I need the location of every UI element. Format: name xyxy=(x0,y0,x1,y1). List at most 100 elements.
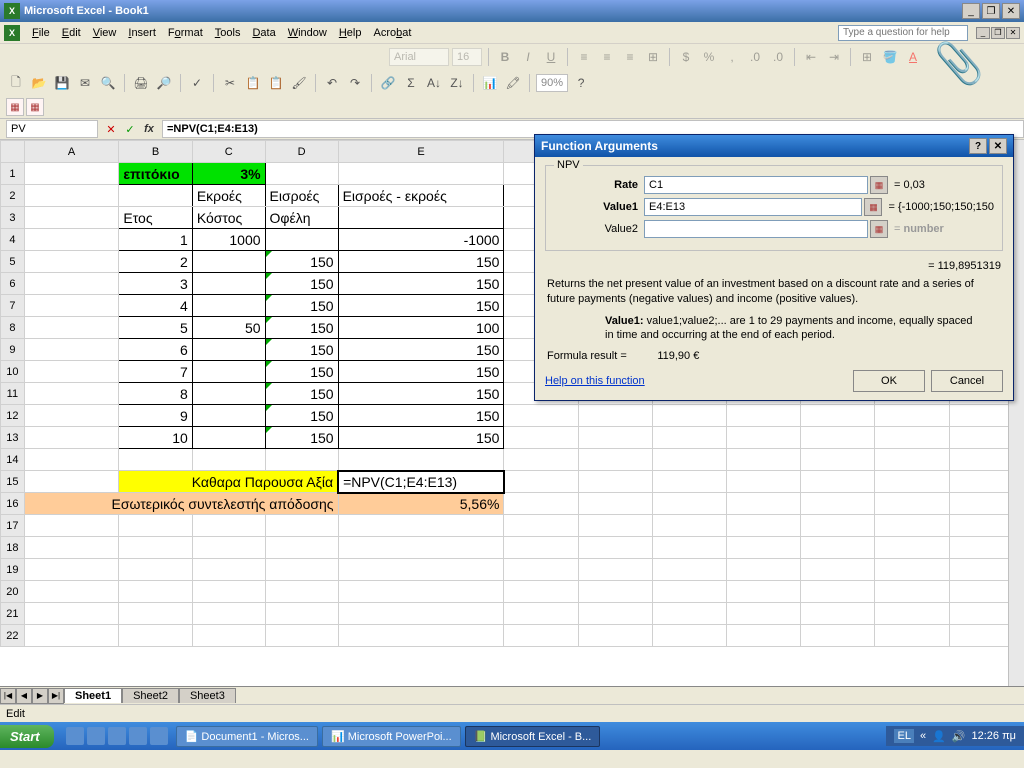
row-header[interactable]: 6 xyxy=(1,273,25,295)
menu-acrobat[interactable]: Acrobat xyxy=(367,25,417,41)
quicklaunch-icon[interactable] xyxy=(129,727,147,745)
row-header[interactable]: 8 xyxy=(1,317,25,339)
autosum-button[interactable]: Σ xyxy=(401,73,421,93)
align-right-button[interactable]: ≡ xyxy=(620,47,640,67)
menu-file[interactable]: File xyxy=(26,25,56,41)
cell[interactable]: Εισροές - εκροές xyxy=(338,185,504,207)
cell[interactable] xyxy=(24,163,119,185)
quicklaunch-icon[interactable] xyxy=(108,727,126,745)
copy-button[interactable]: 📋 xyxy=(243,73,263,93)
cell[interactable] xyxy=(338,207,504,229)
merge-button[interactable]: ⊞ xyxy=(643,47,663,67)
col-header-d[interactable]: D xyxy=(265,141,338,163)
paste-button[interactable]: 📋 xyxy=(266,73,286,93)
start-button[interactable]: Start xyxy=(0,725,54,748)
row-header[interactable]: 14 xyxy=(1,449,25,471)
clock[interactable]: 12:26 πμ xyxy=(971,730,1016,742)
menu-edit[interactable]: Edit xyxy=(56,25,87,41)
col-header-a[interactable]: A xyxy=(24,141,119,163)
open-button[interactable]: 📂 xyxy=(29,73,49,93)
cell[interactable]: 3% xyxy=(192,163,265,185)
ok-button[interactable]: OK xyxy=(853,370,925,392)
taskbar-button[interactable]: 📊 Microsoft PowerPoi... xyxy=(322,726,461,747)
menu-insert[interactable]: Insert xyxy=(122,25,162,41)
pdf-create-button[interactable]: ▦ xyxy=(6,98,24,116)
system-tray[interactable]: EL « 👤 🔊 12:26 πμ xyxy=(886,726,1024,746)
bold-button[interactable]: B xyxy=(495,47,515,67)
cut-button[interactable]: ✂ xyxy=(220,73,240,93)
close-button[interactable]: ✕ xyxy=(1002,3,1020,19)
menu-data[interactable]: Data xyxy=(246,25,281,41)
insert-function-button[interactable]: fx xyxy=(140,120,158,138)
rate-input[interactable] xyxy=(644,176,868,194)
help-link[interactable]: Help on this function xyxy=(545,375,645,387)
increase-indent-button[interactable]: ⇥ xyxy=(824,47,844,67)
mdi-close-button[interactable]: ✕ xyxy=(1006,27,1020,39)
cancel-formula-button[interactable]: ✕ xyxy=(102,120,120,138)
search-button[interactable]: 🔍 xyxy=(98,73,118,93)
tab-nav-prev[interactable]: ◀ xyxy=(16,688,32,704)
tray-icon[interactable]: 🔊 xyxy=(952,730,966,743)
row-header[interactable]: 9 xyxy=(1,339,25,361)
cancel-button[interactable]: Cancel xyxy=(931,370,1003,392)
menu-help[interactable]: Help xyxy=(333,25,368,41)
tray-icon[interactable]: « xyxy=(920,730,926,742)
cell[interactable]: επιτόκιο xyxy=(119,163,192,185)
align-center-button[interactable]: ≡ xyxy=(597,47,617,67)
cell[interactable]: Καθαρα Παρουσα Αξία xyxy=(119,471,338,493)
dialog-close-button[interactable]: ✕ xyxy=(989,138,1007,154)
cell[interactable]: Ετος xyxy=(119,207,192,229)
row-header[interactable]: 15 xyxy=(1,471,25,493)
dialog-help-button[interactable]: ? xyxy=(969,138,987,154)
value1-input[interactable] xyxy=(644,198,862,216)
row-header[interactable]: 13 xyxy=(1,427,25,449)
cell[interactable]: Εκροές xyxy=(192,185,265,207)
font-color-button[interactable]: A xyxy=(903,47,923,67)
cell[interactable] xyxy=(338,163,504,185)
tray-icon[interactable]: 👤 xyxy=(932,730,946,743)
print-preview-button[interactable]: 🔎 xyxy=(154,73,174,93)
menu-format[interactable]: Format xyxy=(162,25,209,41)
row-header[interactable]: 18 xyxy=(1,537,25,559)
tab-nav-next[interactable]: ▶ xyxy=(32,688,48,704)
spelling-button[interactable]: ✓ xyxy=(187,73,207,93)
sheet-tab[interactable]: Sheet2 xyxy=(122,688,179,703)
sort-asc-button[interactable]: A↓ xyxy=(424,73,444,93)
pdf-email-button[interactable]: ▦ xyxy=(26,98,44,116)
cell[interactable]: Οφέλη xyxy=(265,207,338,229)
increase-decimal-button[interactable]: .0 xyxy=(745,47,765,67)
enter-formula-button[interactable]: ✓ xyxy=(121,120,139,138)
format-painter-button[interactable]: 🖌 xyxy=(289,73,309,93)
sheet-tab[interactable]: Sheet3 xyxy=(179,688,236,703)
row-header[interactable]: 11 xyxy=(1,383,25,405)
ref-select-button[interactable]: ▦ xyxy=(870,220,888,238)
col-header-e[interactable]: E xyxy=(338,141,504,163)
cell[interactable]: 1 xyxy=(119,229,192,251)
new-button[interactable]: 🗋 xyxy=(6,73,26,93)
row-header[interactable]: 1 xyxy=(1,163,25,185)
cell[interactable] xyxy=(265,163,338,185)
restore-button[interactable]: ❐ xyxy=(982,3,1000,19)
cell[interactable]: Εισροές xyxy=(265,185,338,207)
redo-button[interactable]: ↷ xyxy=(345,73,365,93)
hyperlink-button[interactable]: 🔗 xyxy=(378,73,398,93)
borders-button[interactable]: ⊞ xyxy=(857,47,877,67)
font-size-combo[interactable]: 16 xyxy=(452,48,482,66)
menu-window[interactable]: Window xyxy=(282,25,333,41)
help-search-input[interactable] xyxy=(838,25,968,41)
language-indicator[interactable]: EL xyxy=(894,729,913,743)
col-header-b[interactable]: B xyxy=(119,141,192,163)
decrease-indent-button[interactable]: ⇤ xyxy=(801,47,821,67)
cell[interactable]: 5,56% xyxy=(338,493,504,515)
drawing-button[interactable]: 🖍 xyxy=(503,73,523,93)
zoom-combo[interactable]: 90% xyxy=(536,74,568,92)
ref-select-button[interactable]: ▦ xyxy=(864,198,882,216)
cell[interactable]: -1000 xyxy=(338,229,504,251)
row-header[interactable]: 3 xyxy=(1,207,25,229)
save-button[interactable]: 💾 xyxy=(52,73,72,93)
row-header[interactable]: 12 xyxy=(1,405,25,427)
help-button[interactable]: ? xyxy=(571,73,591,93)
cell[interactable]: Εσωτερικός συντελεστής απόδοσης xyxy=(24,493,338,515)
font-combo[interactable]: Arial xyxy=(389,48,449,66)
menu-tools[interactable]: Tools xyxy=(209,25,247,41)
